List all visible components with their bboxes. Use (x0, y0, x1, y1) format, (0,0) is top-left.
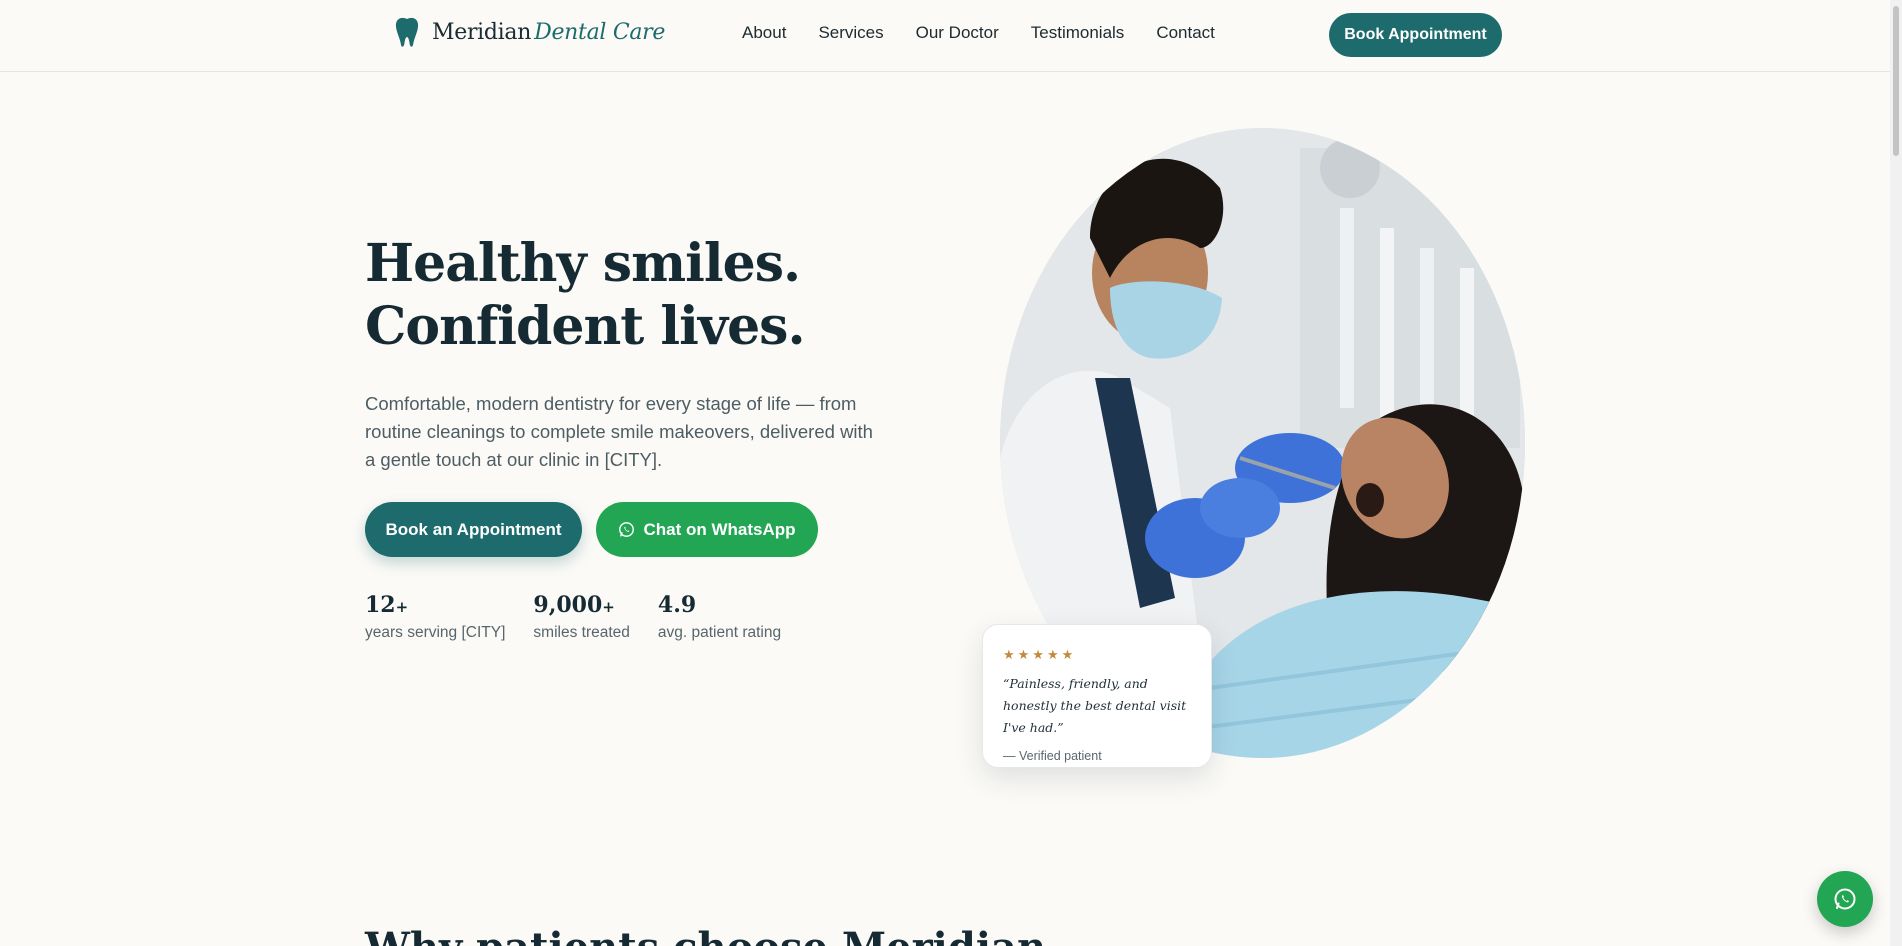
brand-name: Meridian Dental Care (432, 20, 665, 45)
star-rating-icon: ★★★★★ (1003, 647, 1077, 662)
stat-value: 4.9 (658, 592, 781, 618)
whatsapp-float-button[interactable] (1817, 871, 1873, 927)
hero-title-line-2: Confident lives. (365, 296, 806, 357)
hero-title: Healthy smiles. Confident lives. (365, 232, 806, 358)
stat-rating: 4.9 avg. patient rating (658, 592, 781, 642)
review-quote: “Painless, friendly, and honestly the be… (1003, 676, 1187, 735)
scrollbar-thumb[interactable] (1893, 6, 1899, 156)
stat-label: years serving [CITY] (365, 624, 506, 641)
logo[interactable]: Meridian Dental Care (394, 16, 665, 48)
whatsapp-icon (1834, 888, 1856, 910)
whatsapp-icon (619, 522, 635, 537)
main-nav: About Services Our Doctor Testimonials C… (742, 23, 1215, 43)
stat-label: avg. patient rating (657, 624, 782, 641)
brand-name-main: Meridian (432, 19, 532, 45)
nav-about[interactable]: About (742, 23, 786, 43)
nav-testimonials[interactable]: Testimonials (1031, 23, 1125, 43)
hero-subtitle: Comfortable, modern dentistry for every … (365, 393, 873, 470)
stat-number: 4.9 (657, 592, 697, 618)
review-author: — Verified patient (1003, 749, 1102, 763)
nav-contact[interactable]: Contact (1156, 23, 1215, 43)
book-an-appointment-button[interactable]: Book an Appointment (365, 502, 582, 557)
stat-label: smiles treated (533, 624, 630, 641)
stat-number: 9,000 (533, 592, 603, 618)
stat-smiles: 9,000+ smiles treated (533, 592, 629, 642)
page-scrollbar[interactable] (1890, 0, 1902, 946)
stat-years: 12+ years serving [CITY] (365, 592, 505, 642)
review-card: ★★★★★ “Painless, friendly, and honestly … (982, 624, 1212, 768)
chat-on-whatsapp-label: Chat on WhatsApp (643, 519, 796, 539)
stat-value: 9,000+ (533, 592, 629, 618)
stat-number: 12 (365, 592, 396, 618)
hero-title-line-1: Healthy smiles. (365, 233, 801, 294)
why-choose-heading: Why patients choose Meridian (365, 924, 1046, 946)
nav-our-doctor[interactable]: Our Doctor (916, 23, 999, 43)
site-header: Meridian Dental Care About Services Our D… (0, 0, 1890, 72)
tooth-icon (395, 17, 419, 47)
chat-on-whatsapp-button[interactable]: Chat on WhatsApp (596, 502, 818, 557)
stat-suffix: + (602, 598, 615, 616)
stat-suffix: + (395, 598, 409, 616)
brand-name-accent: Dental Care (534, 19, 666, 45)
hero-stats: 12+ years serving [CITY] 9,000+ smiles t… (365, 592, 781, 642)
nav-services[interactable]: Services (818, 23, 883, 43)
book-appointment-button[interactable]: Book Appointment (1329, 13, 1502, 57)
stat-value: 12+ (365, 592, 505, 618)
